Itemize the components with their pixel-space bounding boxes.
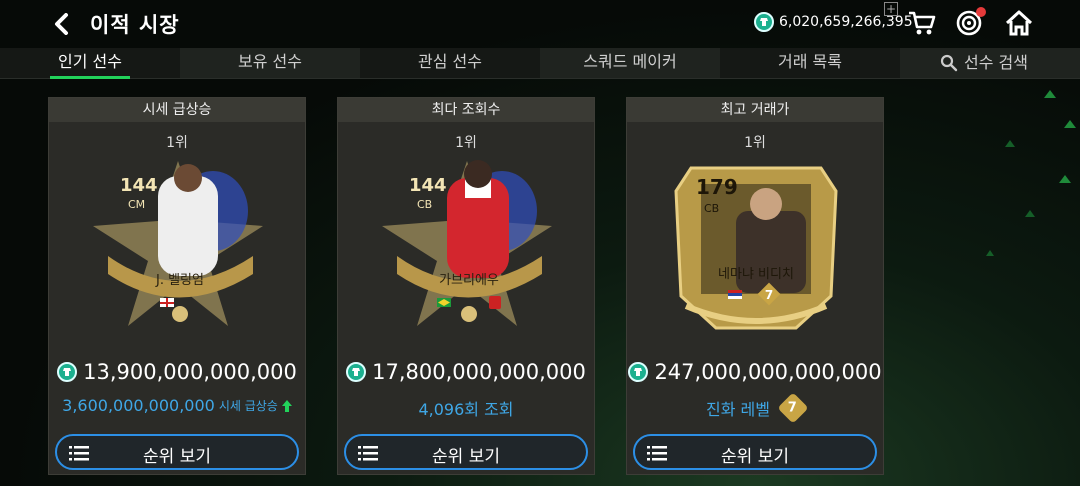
target-icon[interactable] [956,7,986,40]
price-row: 247,000,000,000,000 [627,360,883,384]
top-bar: 이적 시장 6,020,659,266,395 + [0,0,1080,48]
card-position: CB [417,198,432,211]
tab-trade-list[interactable]: 거래 목록 [765,48,855,78]
view-ranking-button[interactable]: 순위 보기 [633,434,877,470]
price-change: 3,600,000,000,000 시세 급상승 [49,396,305,415]
price-value: 17,800,000,000,000 [372,360,586,384]
price-row: 13,900,000,000,000 [49,360,305,384]
level-badge-icon: 7 [777,392,809,424]
evolution-level-label: 진화 레벨 [706,400,770,419]
card-level: 7 [765,288,773,302]
tab-label: 거래 목록 [778,52,842,71]
button-label: 순위 보기 [143,447,211,467]
card-heading: 시세 급상승 [49,98,305,122]
card-position: CM [128,198,145,211]
rank-label: 1위 [455,135,477,151]
card-player-name: J. 벨링엄 [155,273,204,288]
card-ovr: 179 [696,175,738,199]
card-player-name: 가브리에우 [439,273,499,288]
card-most-viewed: 최다 조회수 1위 144 CB 가브리에우 17,800,000,000,00… [337,97,595,475]
price-change-value: 3,600,000,000,000 [62,396,215,415]
price-value: 247,000,000,000,000 [654,360,882,384]
card-position: CB [704,202,719,215]
view-ranking-button[interactable]: 순위 보기 [55,434,299,470]
rank-label: 1위 [166,135,188,151]
view-count: 4,096회 조회 [338,396,594,420]
background-decoration [986,90,1076,256]
button-label: 순위 보기 [721,447,789,467]
bp-coin-icon [346,362,367,382]
bp-coin-icon [57,362,78,382]
search-icon [940,54,958,72]
tab-owned-players[interactable]: 보유 선수 [225,48,315,78]
level-badge-value: 7 [788,400,798,416]
notification-dot [976,7,986,17]
arrow-up-icon [281,399,292,412]
rank-label: 1위 [744,135,766,151]
active-tab-indicator [50,76,130,79]
view-count-value: 4,096회 조회 [418,400,514,419]
cart-icon[interactable] [908,10,936,40]
back-arrow-icon[interactable] [48,11,74,37]
bp-coin-icon [628,362,649,382]
currency-value: 6,020,659,266,395 [779,14,913,30]
tab-label: 스쿼드 메이커 [583,52,677,71]
card-ovr: 144 [409,175,447,196]
tab-watchlist[interactable]: 관심 선수 [405,48,495,78]
card-player-name: 네마냐 비디치 [718,267,794,282]
tab-label: 인기 선수 [58,52,122,71]
tab-player-search[interactable]: 선수 검색 [940,48,1040,78]
card-highest-price: 최고 거래가 1위 179 CB 네마냐 비디치 7 247,000,000,0… [626,97,884,475]
card-price-surge: 시세 급상승 1위 144 CM J. 벨링엄 13,900,000,000,0… [48,97,306,475]
tab-label: 선수 검색 [964,53,1028,72]
button-label: 순위 보기 [432,447,500,467]
price-value: 13,900,000,000,000 [83,360,297,384]
home-icon[interactable] [1005,9,1033,41]
page-title: 이적 시장 [90,13,180,37]
player-card-art[interactable]: 179 CB 네마냐 비디치 7 [666,156,846,336]
add-currency-icon[interactable]: + [884,2,898,16]
tab-popular-players[interactable]: 인기 선수 [50,48,130,79]
tab-bar: 인기 선수 보유 선수 관심 선수 스쿼드 메이커 거래 목록 선수 검색 [0,48,1080,79]
player-card-art[interactable]: 144 CB 가브리에우 [377,156,557,336]
price-row: 17,800,000,000,000 [338,360,594,384]
bp-coin-icon [754,12,774,32]
card-heading: 최고 거래가 [627,98,883,122]
price-change-label: 시세 급상승 [218,399,278,413]
card-ovr: 144 [120,175,158,196]
view-ranking-button[interactable]: 순위 보기 [344,434,588,470]
card-heading: 최다 조회수 [338,98,594,122]
tab-label: 관심 선수 [418,52,482,71]
evolution-level: 진화 레벨 7 [627,392,883,424]
tab-squad-maker[interactable]: 스쿼드 메이커 [570,48,690,78]
tab-label: 보유 선수 [238,52,302,71]
player-card-art[interactable]: 144 CM J. 벨링엄 [88,156,268,336]
